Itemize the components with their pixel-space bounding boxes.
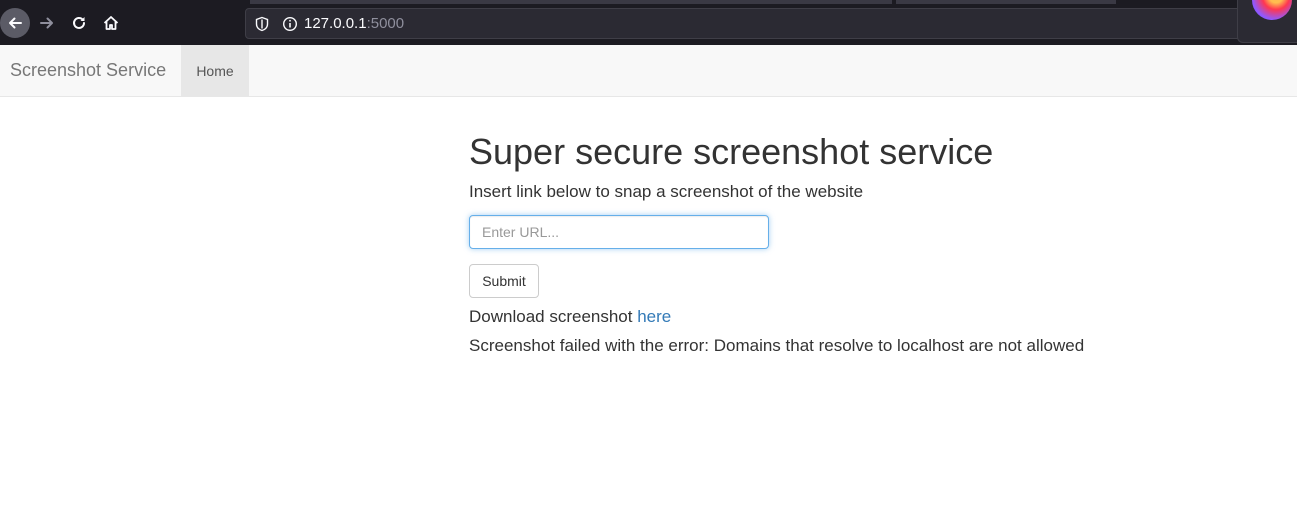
- nav-item-home[interactable]: Home: [181, 45, 249, 96]
- download-text: Download screenshot: [469, 307, 633, 326]
- navbar-brand[interactable]: Screenshot Service: [10, 60, 166, 81]
- url-host: 127.0.0.1: [304, 15, 367, 32]
- forward-button[interactable]: [32, 8, 62, 38]
- download-line: Download screenshot here: [469, 307, 1249, 327]
- forward-arrow-icon: [40, 17, 53, 29]
- url-port: :5000: [366, 15, 405, 32]
- back-button[interactable]: [0, 8, 30, 38]
- reload-button[interactable]: [64, 8, 94, 38]
- page-subtitle: Insert link below to snap a screenshot o…: [469, 182, 864, 201]
- back-arrow-icon: [9, 17, 22, 29]
- firefox-logo-icon: [1252, 0, 1292, 20]
- tab-strip-divider: [250, 0, 892, 4]
- url-input[interactable]: [469, 215, 769, 249]
- reload-icon: [73, 16, 85, 29]
- main-content: Super secure screenshot service Insert l…: [469, 130, 1249, 356]
- browser-toolbar: 127.0.0.1:5000: [0, 0, 1297, 45]
- address-bar[interactable]: 127.0.0.1:5000: [245, 8, 1245, 39]
- submit-button[interactable]: Submit: [469, 264, 539, 298]
- tab-strip-divider: [896, 0, 1116, 4]
- download-link[interactable]: here: [637, 307, 671, 326]
- info-icon[interactable]: [282, 16, 298, 32]
- home-icon: [103, 16, 119, 30]
- error-message: Screenshot failed with the error: Domain…: [469, 336, 1085, 355]
- home-button[interactable]: [96, 8, 126, 38]
- site-navbar: Screenshot Service Home: [0, 45, 1297, 97]
- page-title: Super secure screenshot service: [469, 131, 994, 172]
- shield-icon[interactable]: [254, 16, 270, 32]
- url-text[interactable]: 127.0.0.1:5000: [304, 15, 404, 32]
- extension-button[interactable]: [1237, 0, 1297, 43]
